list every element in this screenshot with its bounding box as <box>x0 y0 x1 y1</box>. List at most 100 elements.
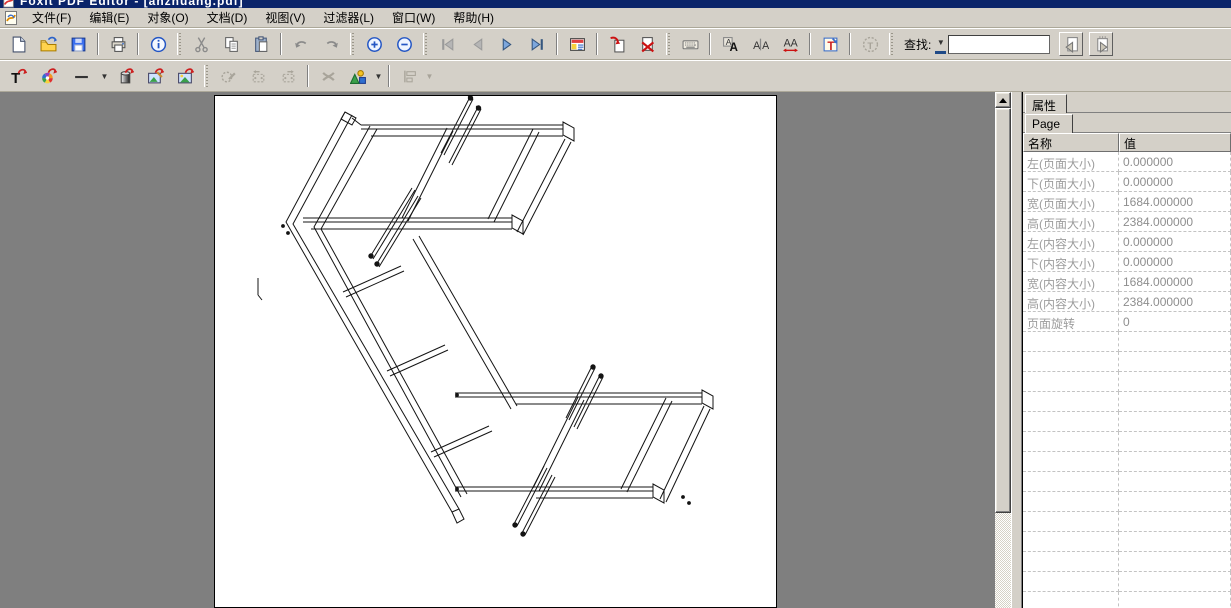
keyboard-button[interactable] <box>678 32 702 56</box>
scroll-up-button[interactable] <box>995 92 1011 108</box>
menu-bar: 文件(F)编辑(E)对象(O)文档(D)视图(V)过滤器(L)窗口(W)帮助(H… <box>0 8 1231 28</box>
menu-item[interactable]: 文档(D) <box>198 7 257 28</box>
insert-text-button[interactable]: T <box>818 32 842 56</box>
property-row-empty <box>1023 392 1231 412</box>
menu-item[interactable]: 编辑(E) <box>80 7 138 28</box>
property-value[interactable]: 2384.000000 <box>1119 212 1231 232</box>
find-next-icon <box>1093 36 1110 53</box>
toolbar-gripper[interactable] <box>889 33 894 55</box>
menu-item[interactable]: 对象(O) <box>138 7 197 28</box>
last-page-button[interactable] <box>525 32 549 56</box>
open-file-button[interactable] <box>36 32 60 56</box>
font-embed-button[interactable]: AA <box>718 32 742 56</box>
app-icon <box>2 0 16 8</box>
font-spacing-button[interactable]: AA <box>778 32 802 56</box>
add-color-object-button[interactable] <box>36 64 60 88</box>
delete-page-icon <box>639 36 656 53</box>
property-row-empty <box>1023 552 1231 572</box>
undo-button[interactable] <box>289 32 313 56</box>
info-icon <box>150 36 167 53</box>
toolbar-gripper[interactable] <box>423 33 428 55</box>
next-page-button[interactable] <box>495 32 519 56</box>
add-image-button[interactable] <box>173 64 197 88</box>
menu-item[interactable]: 窗口(W) <box>383 7 444 28</box>
delete-object-button[interactable] <box>316 64 340 88</box>
edit-image-button[interactable] <box>143 64 167 88</box>
add-shapes-dropdown[interactable]: ▼ <box>373 66 384 86</box>
tab-properties[interactable]: 属性 <box>1025 94 1067 113</box>
zoom-out-button[interactable] <box>392 32 416 56</box>
property-name: 宽(内容大小) <box>1023 272 1119 292</box>
property-value[interactable]: 0.000000 <box>1119 232 1231 252</box>
property-name: 下(页面大小) <box>1023 172 1119 192</box>
menu-item[interactable]: 文件(F) <box>23 7 80 28</box>
font-match-button[interactable]: AA <box>748 32 772 56</box>
menu-item[interactable]: 过滤器(L) <box>314 7 383 28</box>
menu-item[interactable]: 视图(V) <box>256 7 314 28</box>
property-value[interactable]: 2384.000000 <box>1119 292 1231 312</box>
print-icon <box>110 36 127 53</box>
delete-page-button[interactable] <box>635 32 659 56</box>
zoom-in-button[interactable] <box>362 32 386 56</box>
separator <box>307 65 309 87</box>
toolbar-gripper[interactable] <box>177 33 182 55</box>
toolbar-gripper[interactable] <box>666 33 671 55</box>
panel-tab-row: 属性 <box>1023 92 1231 113</box>
nudge-right-button[interactable] <box>276 64 300 88</box>
pdf-page-canvas[interactable] <box>214 95 777 608</box>
scrollbar-track[interactable] <box>995 513 1011 608</box>
add-shapes-button[interactable] <box>346 64 370 88</box>
open-file-icon <box>40 36 57 53</box>
insert-page-icon <box>609 36 626 53</box>
previous-page-button[interactable] <box>465 32 489 56</box>
find-previous-button[interactable] <box>1059 32 1083 56</box>
previous-page-icon <box>469 36 486 53</box>
redo-button[interactable] <box>319 32 343 56</box>
property-value[interactable]: 0.000000 <box>1119 152 1231 172</box>
property-name: 高(内容大小) <box>1023 292 1119 312</box>
paste-button[interactable] <box>249 32 273 56</box>
find-next-button[interactable] <box>1089 32 1113 56</box>
add-text-object-button[interactable]: T <box>6 64 30 88</box>
new-document-button[interactable] <box>6 32 30 56</box>
find-dropdown-button[interactable]: ▼ <box>935 34 946 54</box>
property-value[interactable]: 1684.000000 <box>1119 272 1231 292</box>
paste-icon <box>253 36 270 53</box>
property-row-empty <box>1023 452 1231 472</box>
separator <box>137 33 139 55</box>
find-previous-icon <box>1063 36 1080 53</box>
align-objects-button[interactable] <box>397 64 421 88</box>
toolbar-gripper[interactable] <box>350 33 355 55</box>
toolbar-gripper[interactable] <box>204 65 209 87</box>
panel-splitter[interactable] <box>1011 92 1022 608</box>
property-row: 宽(内容大小) 1684.000000 <box>1023 272 1231 292</box>
text-cursor-mark <box>258 278 262 300</box>
save-button[interactable] <box>66 32 90 56</box>
property-name: 左(页面大小) <box>1023 152 1119 172</box>
scrollbar-thumb[interactable] <box>995 108 1011 513</box>
add-shading-button[interactable] <box>113 64 137 88</box>
copy-button[interactable] <box>219 32 243 56</box>
print-button[interactable] <box>106 32 130 56</box>
page-layout-button[interactable] <box>565 32 589 56</box>
tab-page[interactable]: Page <box>1025 114 1073 133</box>
find-input[interactable] <box>948 35 1050 54</box>
zoom-out-icon <box>396 36 413 53</box>
line-style-button[interactable] <box>66 64 96 88</box>
insert-page-button[interactable] <box>605 32 629 56</box>
align-objects-dropdown[interactable]: ▼ <box>424 66 435 86</box>
first-page-button[interactable] <box>435 32 459 56</box>
cut-button[interactable] <box>189 32 213 56</box>
vertical-scrollbar[interactable] <box>995 92 1011 608</box>
text-circle-button[interactable]: T <box>858 32 882 56</box>
clone-object-button[interactable] <box>216 64 240 88</box>
property-value[interactable]: 0.000000 <box>1119 252 1231 272</box>
property-value[interactable]: 0.000000 <box>1119 172 1231 192</box>
document-info-button[interactable] <box>146 32 170 56</box>
nudge-left-button[interactable] <box>246 64 270 88</box>
name-column-header: 名称 <box>1023 133 1119 152</box>
line-style-dropdown[interactable]: ▼ <box>99 66 110 86</box>
property-value[interactable]: 1684.000000 <box>1119 192 1231 212</box>
property-value[interactable]: 0 <box>1119 312 1231 332</box>
menu-item[interactable]: 帮助(H) <box>444 7 503 28</box>
